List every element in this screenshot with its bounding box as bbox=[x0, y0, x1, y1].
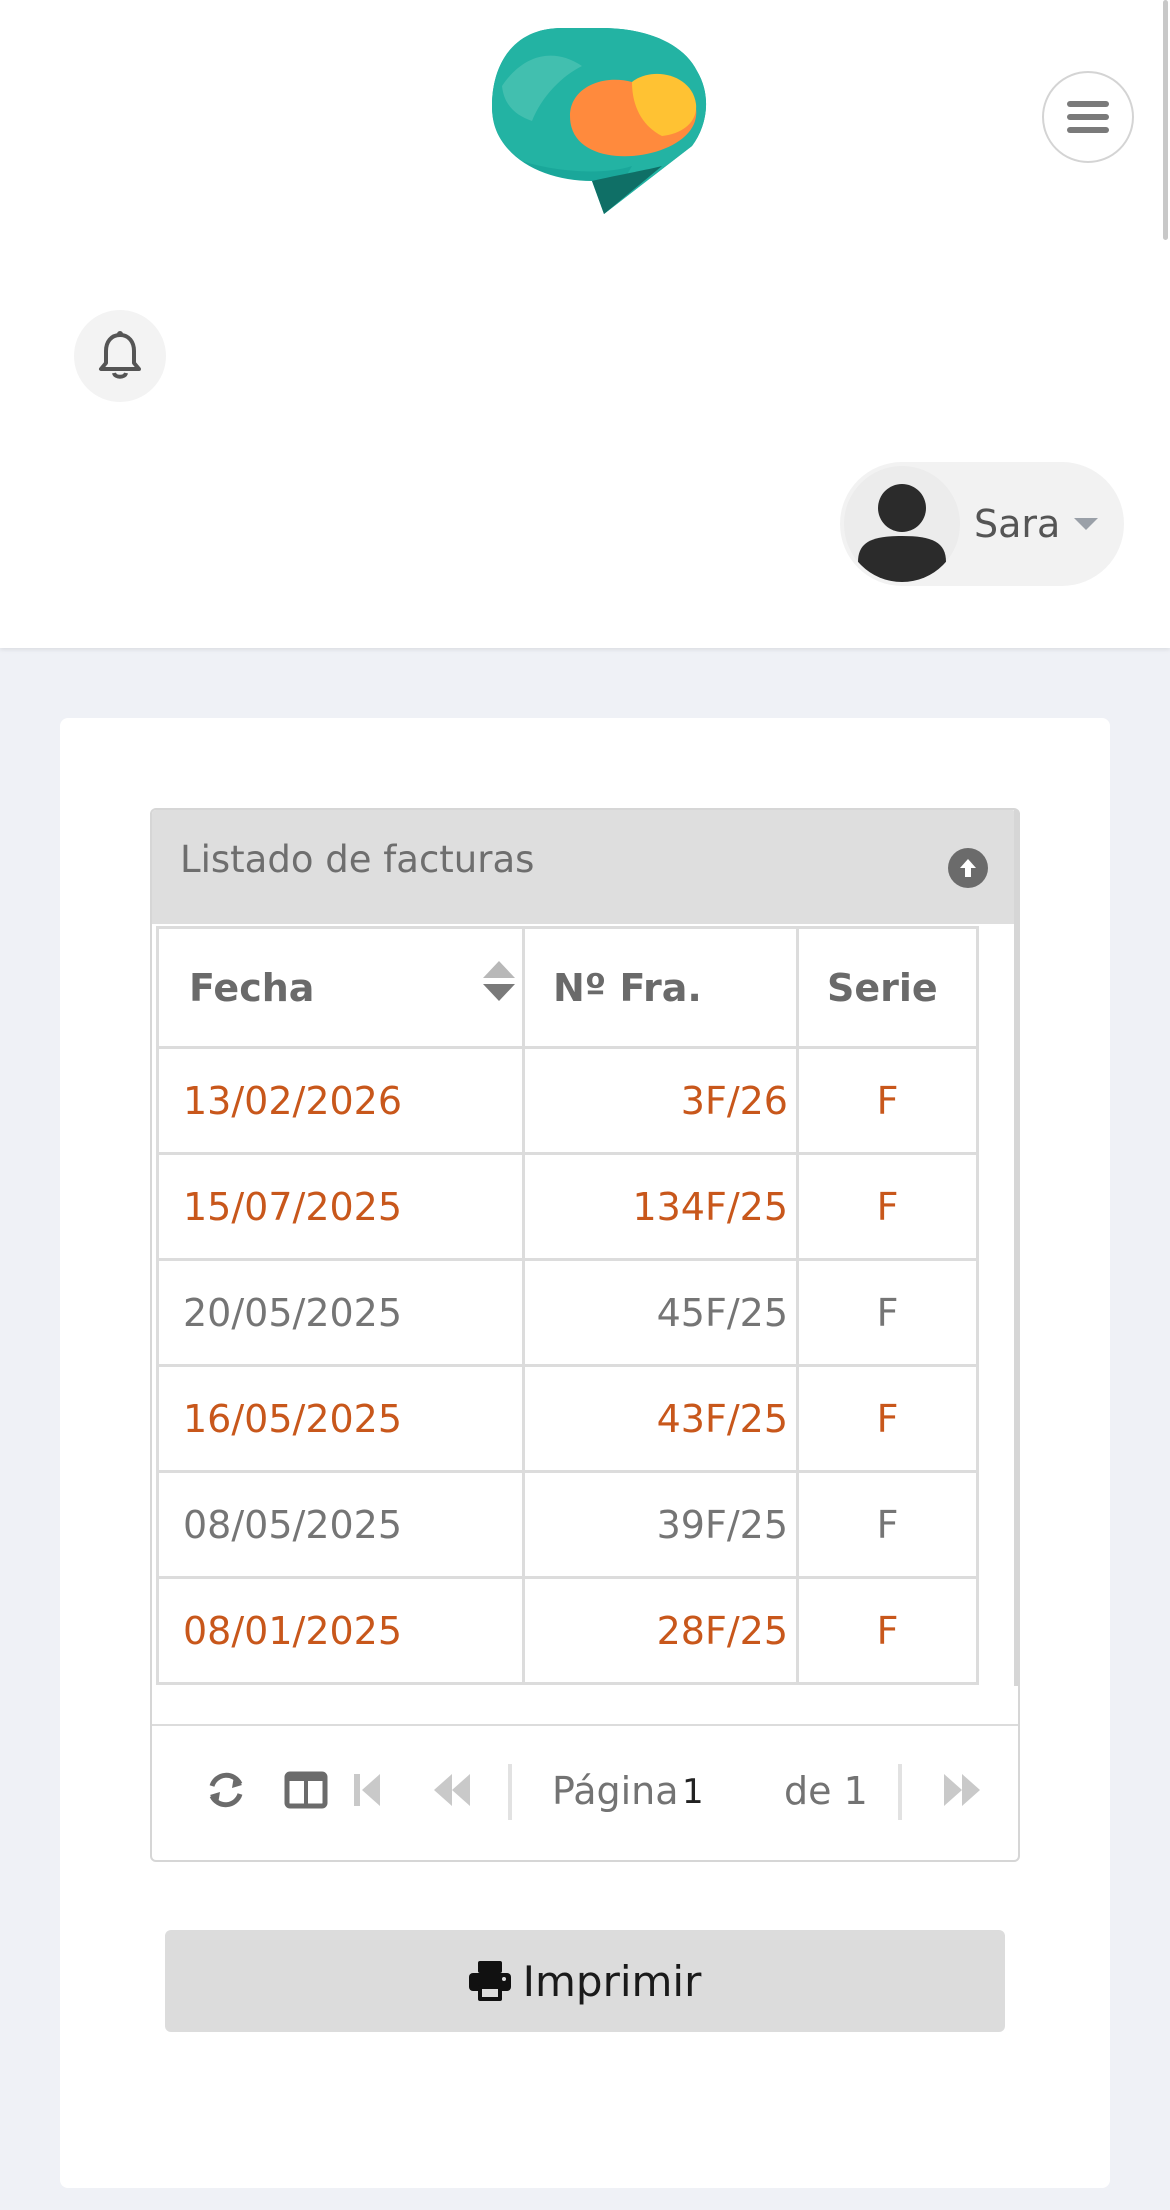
cell-numero: 39F/25 bbox=[522, 1470, 799, 1579]
user-name: Sara bbox=[974, 502, 1061, 546]
cell-serie: F bbox=[796, 1258, 979, 1367]
sort-icon[interactable] bbox=[481, 959, 517, 1003]
invoices-table: Fecha Nº Fra. Serie 13/02/2026 3F/26 F 15/0… bbox=[156, 926, 979, 1685]
cell-fecha: 20/05/2025 bbox=[156, 1258, 525, 1367]
logo bbox=[492, 28, 707, 214]
table-row[interactable]: 15/07/2025 134F/25 F bbox=[156, 1152, 979, 1261]
pager-divider bbox=[898, 1764, 902, 1820]
cell-fecha: 13/02/2026 bbox=[156, 1046, 525, 1155]
first-page-icon[interactable] bbox=[350, 1768, 386, 1812]
grid-title: Listado de facturas bbox=[180, 838, 535, 881]
page-number-input[interactable]: 1 bbox=[682, 1762, 742, 1822]
hamburger-menu-button[interactable] bbox=[1042, 71, 1134, 163]
hamburger-icon bbox=[1067, 101, 1109, 133]
column-header-serie[interactable]: Serie bbox=[796, 926, 979, 1049]
column-header-label: Fecha bbox=[189, 965, 315, 1010]
column-header-label: Nº Fra. bbox=[553, 965, 702, 1010]
cell-numero: 28F/25 bbox=[522, 1576, 799, 1685]
prev-page-icon[interactable] bbox=[430, 1768, 474, 1812]
user-avatar-icon bbox=[858, 484, 946, 582]
print-button[interactable]: Imprimir bbox=[165, 1930, 1005, 2032]
collapse-up-icon bbox=[960, 859, 976, 877]
notifications-button[interactable] bbox=[74, 310, 166, 402]
cell-serie: F bbox=[796, 1364, 979, 1473]
next-page-icon[interactable] bbox=[940, 1768, 984, 1812]
bell-icon bbox=[99, 331, 141, 379]
cell-fecha: 15/07/2025 bbox=[156, 1152, 525, 1261]
pager-divider bbox=[508, 1764, 512, 1820]
columns-icon[interactable] bbox=[284, 1768, 328, 1812]
grid-scroll-edge bbox=[1014, 810, 1018, 1686]
cell-numero: 3F/26 bbox=[522, 1046, 799, 1155]
column-header-label: Serie bbox=[827, 965, 938, 1010]
cell-serie: F bbox=[796, 1576, 979, 1685]
column-header-fecha[interactable]: Fecha bbox=[156, 926, 525, 1049]
cell-numero: 43F/25 bbox=[522, 1364, 799, 1473]
app-header: Sara bbox=[0, 0, 1170, 648]
table-row[interactable]: 08/05/2025 39F/25 F bbox=[156, 1470, 979, 1579]
table-row[interactable]: 08/01/2025 28F/25 F bbox=[156, 1576, 979, 1685]
table-row[interactable]: 20/05/2025 45F/25 F bbox=[156, 1258, 979, 1367]
page-label: Página bbox=[552, 1769, 679, 1813]
print-icon bbox=[468, 1961, 511, 2001]
cell-fecha: 08/01/2025 bbox=[156, 1576, 525, 1685]
cell-fecha: 08/05/2025 bbox=[156, 1470, 525, 1579]
cell-serie: F bbox=[796, 1152, 979, 1261]
grid-pager: Página 1 de 1 bbox=[152, 1726, 1018, 1860]
cell-serie: F bbox=[796, 1470, 979, 1579]
table-row[interactable]: 16/05/2025 43F/25 F bbox=[156, 1364, 979, 1473]
invoices-grid: Listado de facturas Fecha Nº Fra. Serie … bbox=[150, 808, 1020, 1862]
cell-fecha: 16/05/2025 bbox=[156, 1364, 525, 1473]
page-count: de 1 bbox=[784, 1769, 868, 1813]
cell-numero: 45F/25 bbox=[522, 1258, 799, 1367]
collapse-grid-button[interactable] bbox=[948, 848, 988, 888]
print-label: Imprimir bbox=[522, 1956, 702, 2006]
avatar bbox=[844, 466, 960, 582]
table-header-row: Fecha Nº Fra. Serie bbox=[156, 926, 979, 1049]
grid-title-bar: Listado de facturas bbox=[152, 810, 1016, 924]
refresh-icon[interactable] bbox=[204, 1768, 248, 1812]
column-header-numero[interactable]: Nº Fra. bbox=[522, 926, 799, 1049]
cell-numero: 134F/25 bbox=[522, 1152, 799, 1261]
user-menu-button[interactable]: Sara bbox=[840, 462, 1124, 586]
scrollbar-thumb[interactable] bbox=[1163, 0, 1168, 240]
cell-serie: F bbox=[796, 1046, 979, 1155]
chevron-down-icon bbox=[1074, 518, 1098, 530]
table-row[interactable]: 13/02/2026 3F/26 F bbox=[156, 1046, 979, 1155]
